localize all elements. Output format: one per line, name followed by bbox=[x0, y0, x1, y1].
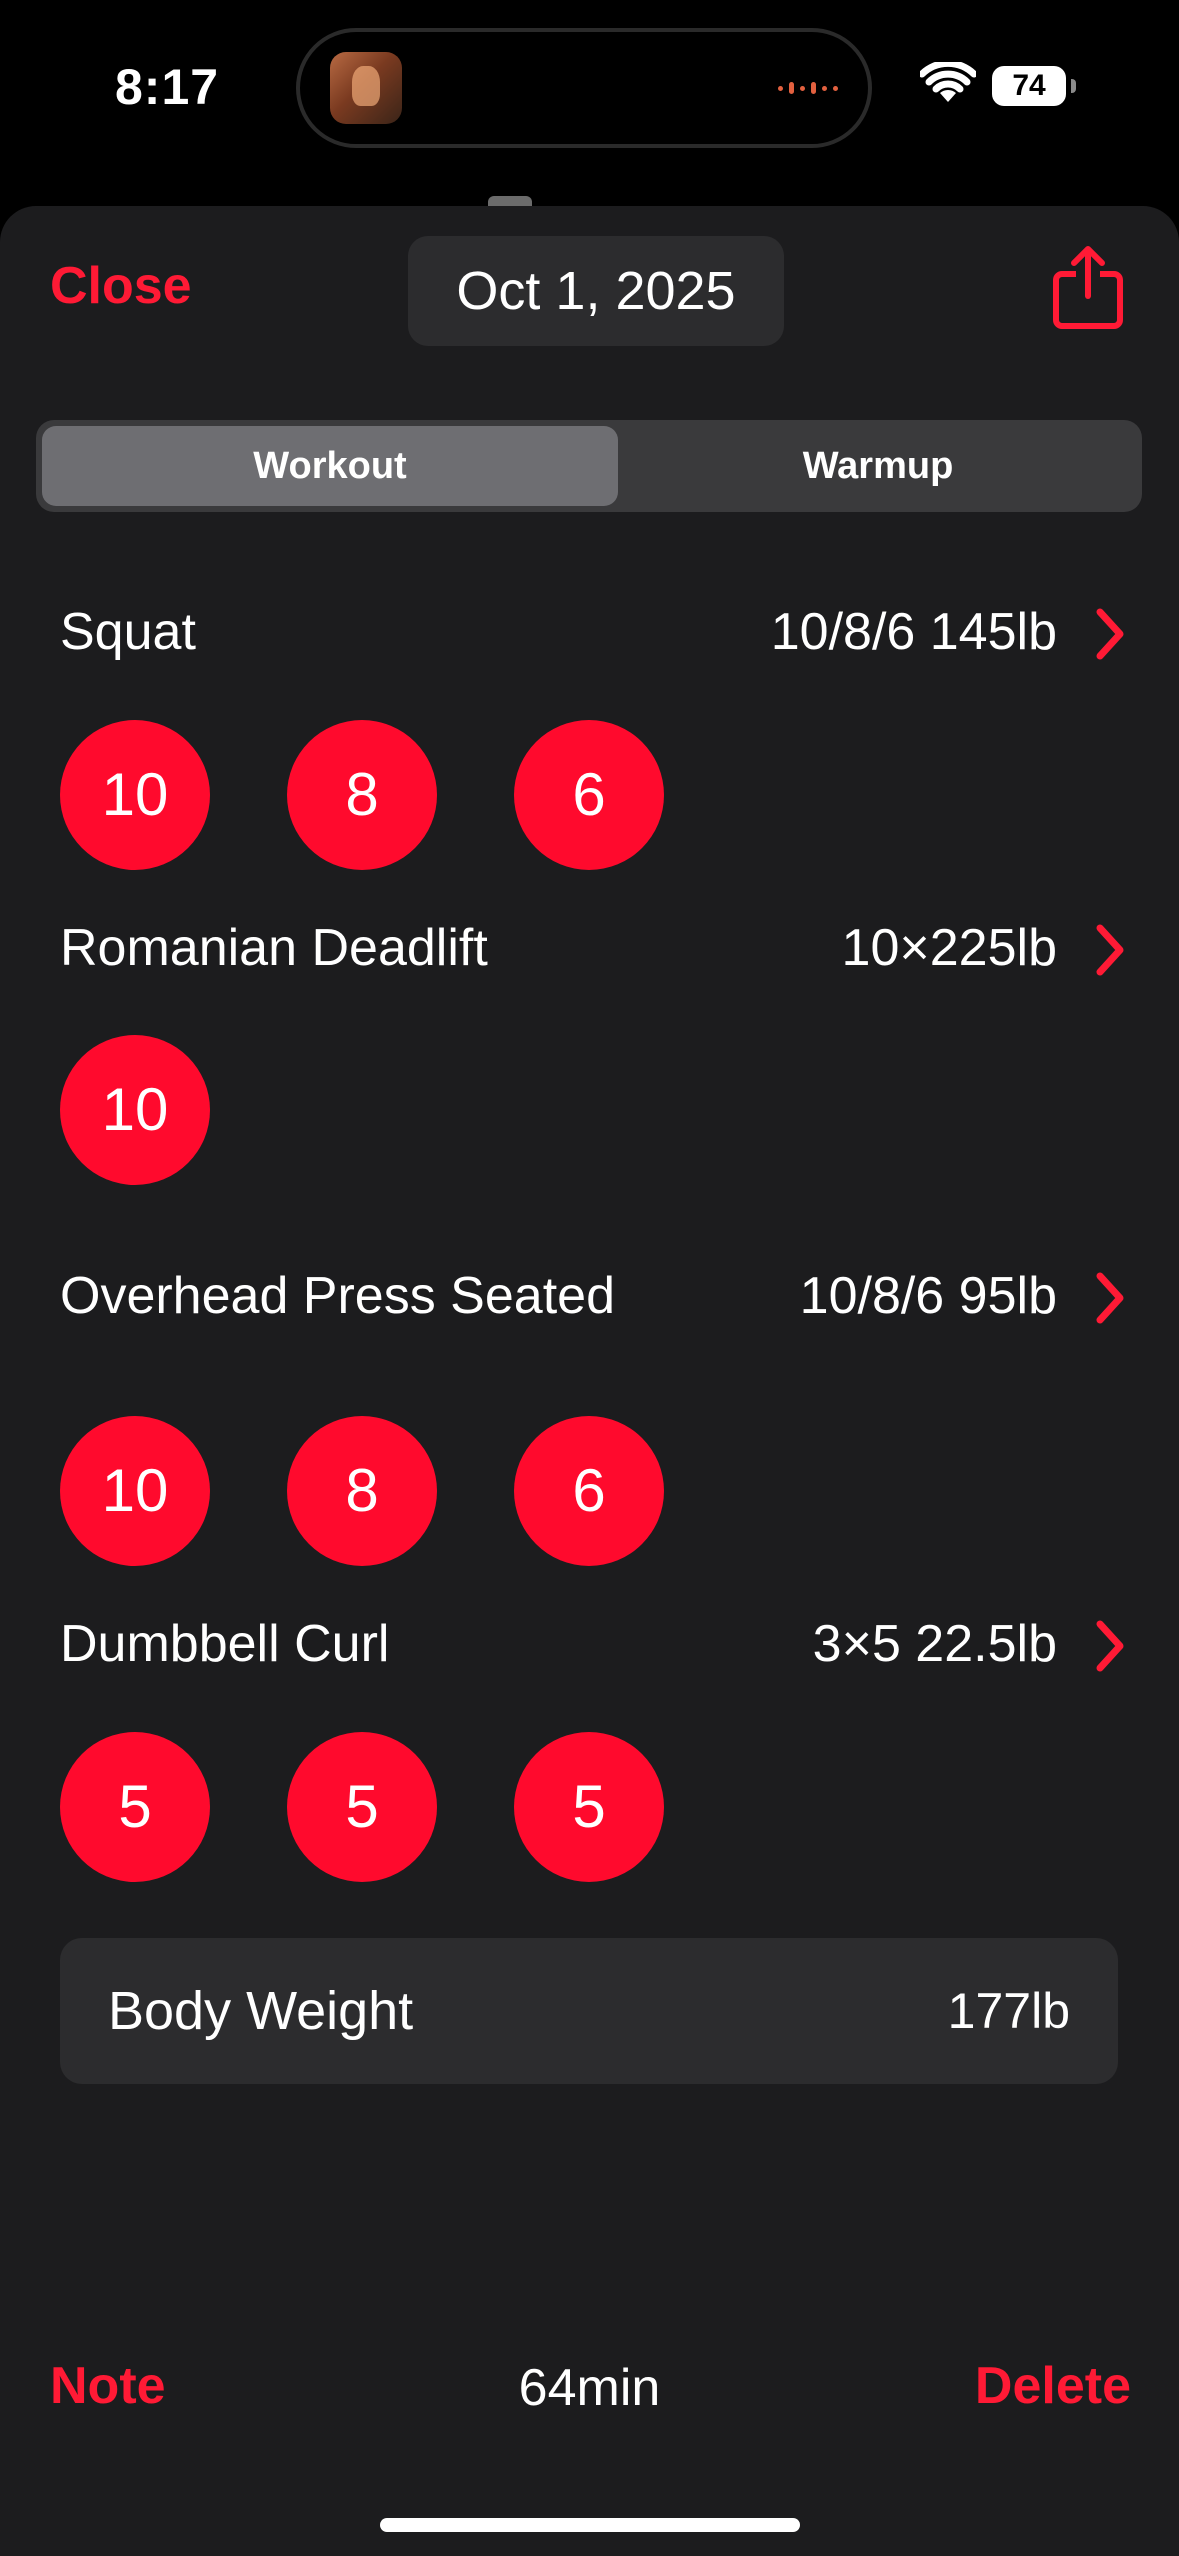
share-icon[interactable] bbox=[1052, 244, 1124, 330]
wifi-icon bbox=[920, 62, 976, 102]
exercise-summary[interactable]: 10/8/6 145lb bbox=[771, 602, 1057, 662]
now-playing-app-icon bbox=[330, 52, 402, 124]
status-time: 8:17 bbox=[115, 59, 220, 115]
exercise-summary[interactable]: 3×5 22.5lb bbox=[813, 1614, 1057, 1674]
chevron-right-icon[interactable] bbox=[1092, 606, 1128, 662]
audio-waveform-icon bbox=[778, 82, 838, 94]
body-weight-label: Body Weight bbox=[108, 1981, 414, 2041]
exercise-name[interactable]: Dumbbell Curl bbox=[60, 1614, 389, 1674]
body-weight-value: 177lb bbox=[947, 1983, 1070, 2039]
delete-button[interactable]: Delete bbox=[975, 2356, 1131, 2416]
chevron-right-icon[interactable] bbox=[1092, 1270, 1128, 1326]
exercise-summary[interactable]: 10×225lb bbox=[842, 918, 1057, 978]
set-rep-button[interactable]: 10 bbox=[60, 1416, 210, 1566]
set-rep-button[interactable]: 8 bbox=[287, 720, 437, 870]
tab-workout[interactable]: Workout bbox=[42, 426, 618, 506]
status-bar: 8:17 74 bbox=[0, 0, 1179, 200]
exercise-name[interactable]: Romanian Deadlift bbox=[60, 918, 488, 978]
set-rep-button[interactable]: 5 bbox=[60, 1732, 210, 1882]
set-rep-button[interactable]: 6 bbox=[514, 1416, 664, 1566]
exercise-name[interactable]: Squat bbox=[60, 602, 196, 662]
dynamic-island[interactable] bbox=[296, 28, 872, 148]
set-rep-button[interactable]: 5 bbox=[287, 1732, 437, 1882]
set-rep-button[interactable]: 8 bbox=[287, 1416, 437, 1566]
battery-icon: 74 bbox=[992, 66, 1076, 106]
set-rep-button[interactable]: 10 bbox=[60, 1035, 210, 1185]
set-rep-button[interactable]: 10 bbox=[60, 720, 210, 870]
set-rep-button[interactable]: 5 bbox=[514, 1732, 664, 1882]
close-button[interactable]: Close bbox=[50, 256, 192, 316]
exercise-summary[interactable]: 10/8/6 95lb bbox=[800, 1266, 1057, 1326]
workout-detail-sheet bbox=[0, 206, 1179, 2556]
workout-warmup-segmented-control: Workout Warmup bbox=[36, 420, 1142, 512]
home-indicator[interactable] bbox=[380, 2518, 800, 2532]
chevron-right-icon[interactable] bbox=[1092, 1618, 1128, 1674]
body-weight-row[interactable]: Body Weight 177lb bbox=[60, 1938, 1118, 2084]
set-rep-button[interactable]: 6 bbox=[514, 720, 664, 870]
chevron-right-icon[interactable] bbox=[1092, 922, 1128, 978]
date-picker-button[interactable]: Oct 1, 2025 bbox=[408, 236, 784, 346]
exercise-name[interactable]: Overhead Press Seated bbox=[60, 1266, 615, 1326]
tab-warmup[interactable]: Warmup bbox=[620, 426, 1136, 506]
